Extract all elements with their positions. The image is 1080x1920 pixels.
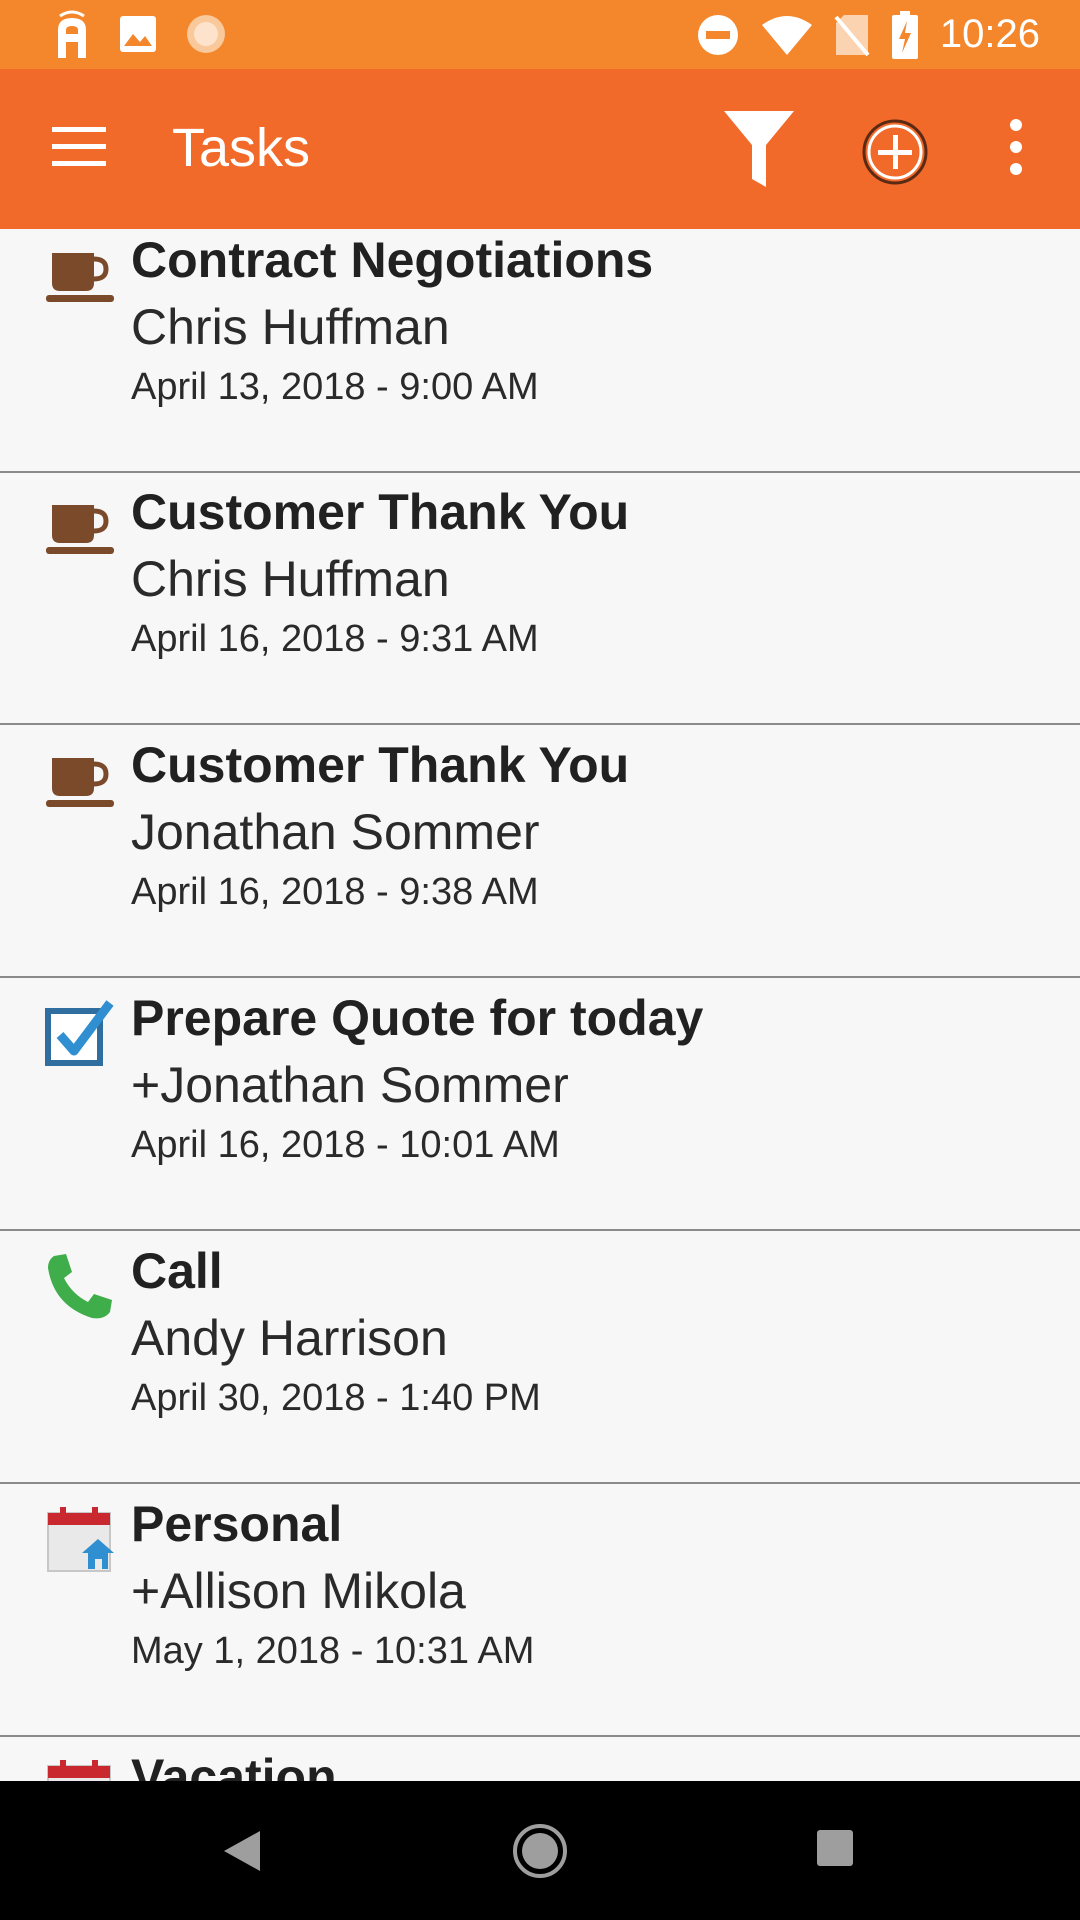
task-date: April 16, 2018 - 10:01 AM	[131, 1124, 560, 1166]
list-item[interactable]: Customer Thank You Jonathan Sommer April…	[0, 726, 1080, 978]
do-not-disturb-icon	[697, 14, 738, 55]
calendar-icon	[47, 1760, 111, 1781]
task-contact: Chris Huffman	[131, 299, 450, 355]
task-date: April 13, 2018 - 9:00 AM	[131, 366, 539, 408]
list-item[interactable]: Personal +Allison Mikola May 1, 2018 - 1…	[0, 1485, 1080, 1737]
calendar-home-icon	[47, 1507, 114, 1572]
task-title: Contract Negotiations	[131, 232, 654, 288]
menu-icon	[52, 127, 106, 166]
image-icon	[120, 16, 156, 52]
task-contact: +Jonathan Sommer	[131, 1057, 569, 1113]
task-date: May 1, 2018 - 10:31 AM	[131, 1630, 535, 1672]
page-title: Tasks	[172, 118, 311, 178]
recents-icon[interactable]	[816, 1829, 854, 1867]
status-notification-icons	[52, 10, 228, 58]
more-vertical-icon	[1010, 119, 1022, 175]
task-date: April 16, 2018 - 9:38 AM	[131, 871, 539, 913]
status-bar: 10:26	[0, 0, 1080, 69]
menu-button[interactable]	[48, 119, 110, 173]
status-system-icons: 10:26	[696, 0, 1040, 69]
coffee-cup-icon	[46, 758, 114, 807]
task-title: Personal	[131, 1496, 343, 1552]
add-circle-icon	[862, 119, 928, 185]
status-time: 10:26	[939, 12, 1040, 56]
app-bar: Tasks	[0, 69, 1080, 229]
more-options-button[interactable]	[1000, 117, 1032, 177]
task-contact: +Allison Mikola	[131, 1563, 466, 1619]
task-date: April 16, 2018 - 9:31 AM	[131, 618, 539, 660]
task-title: Call	[131, 1243, 223, 1299]
task-title: Customer Thank You	[131, 484, 630, 540]
wifi-icon	[761, 15, 812, 55]
task-contact: Andy Harrison	[131, 1310, 448, 1366]
filter-button[interactable]	[720, 107, 798, 191]
list-item[interactable]: Prepare Quote for today +Jonathan Sommer…	[0, 979, 1080, 1231]
task-contact: Jonathan Sommer	[131, 804, 540, 860]
sync-icon	[187, 15, 225, 53]
list-item[interactable]: Vacation	[0, 1738, 1080, 1781]
list-item[interactable]: Customer Thank You Chris Huffman April 1…	[0, 473, 1080, 725]
no-sim-icon	[834, 14, 870, 56]
add-task-button[interactable]	[860, 117, 930, 187]
back-icon[interactable]	[222, 1829, 262, 1873]
task-list[interactable]: Contract Negotiations Chris Huffman Apri…	[0, 229, 1080, 1781]
task-title: Customer Thank You	[131, 737, 630, 793]
coffee-cup-icon	[46, 253, 114, 302]
task-contact: Chris Huffman	[131, 551, 450, 607]
coffee-cup-icon	[46, 505, 114, 554]
home-icon[interactable]	[510, 1821, 570, 1881]
phone-icon	[48, 1254, 112, 1319]
battery-charging-icon	[891, 10, 918, 59]
task-title: Vacation	[131, 1749, 337, 1781]
navigation-bar	[0, 1781, 1080, 1920]
task-date: April 30, 2018 - 1:40 PM	[131, 1377, 541, 1419]
filter-icon	[724, 111, 794, 187]
task-title: Prepare Quote for today	[131, 990, 704, 1046]
list-item[interactable]: Contract Negotiations Chris Huffman Apri…	[0, 229, 1080, 473]
app-notification-icon	[58, 10, 86, 58]
list-item[interactable]: Call Andy Harrison April 30, 2018 - 1:40…	[0, 1232, 1080, 1484]
checkbox-checked-icon	[45, 1000, 114, 1066]
